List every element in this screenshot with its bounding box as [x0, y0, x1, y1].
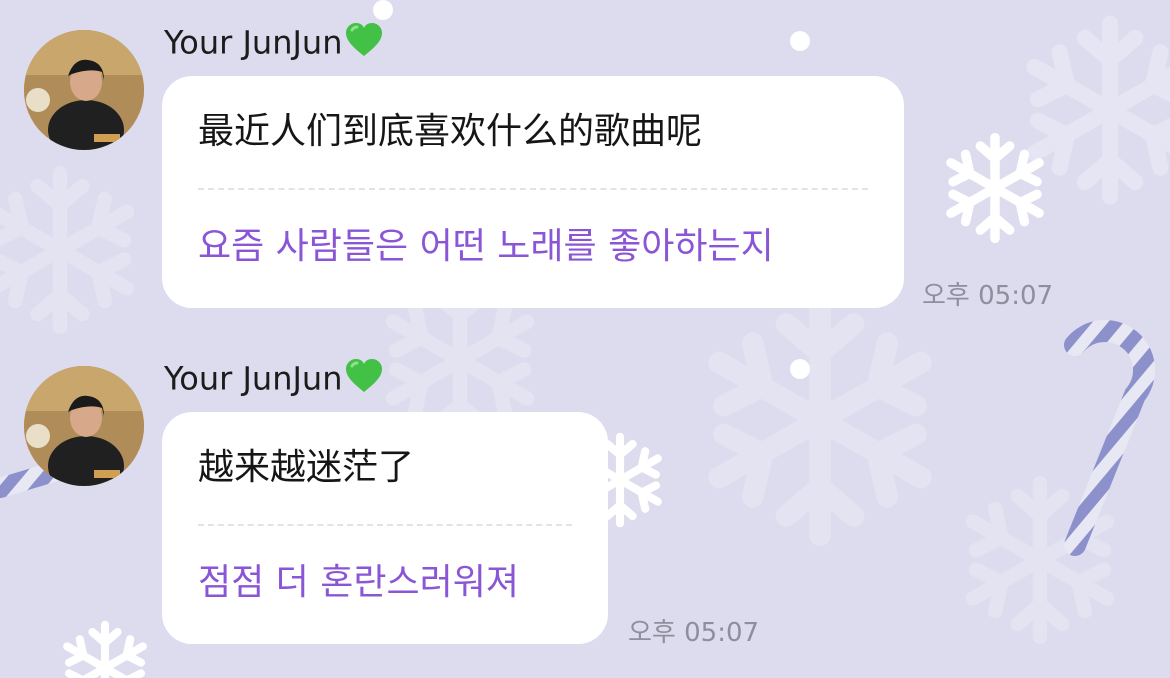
message-timestamp: 오후 05:07 — [922, 281, 1054, 311]
message-text-korean: 요즘 사람들은 어떤 노래를 좋아하는지 — [198, 226, 774, 267]
sender-name: Your JunJun — [164, 22, 384, 67]
green-heart-icon — [344, 22, 384, 67]
message-group: Your JunJun 最近人们到底喜欢什么的歌曲呢 요즘 사람들은 어떤 노래… — [0, 0, 1170, 330]
avatar[interactable] — [24, 30, 144, 150]
message-text-chinese: 最近人们到底喜欢什么的歌曲呢 — [198, 76, 868, 190]
profile-photo — [24, 30, 144, 150]
message-bubble[interactable]: 最近人们到底喜欢什么的歌曲呢 요즘 사람들은 어떤 노래를 좋아하는지 — [162, 76, 904, 308]
